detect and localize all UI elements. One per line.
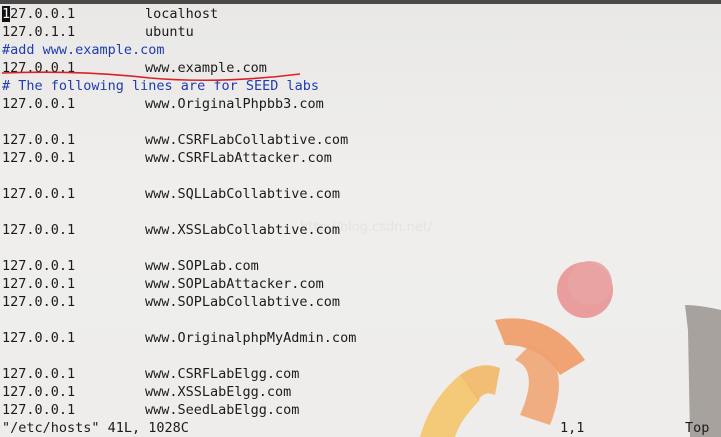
- hosts-entry-line[interactable]: 127.0.0.1 www.XSSLabCollabtive.com: [2, 221, 356, 239]
- hostname: www.SOPLabCollabtive.com: [145, 294, 341, 310]
- terminal-window[interactable]: http://blog.csdn.net/ 127.0.0.1 localhost…: [0, 0, 721, 437]
- hosts-entry-line[interactable]: 127.0.0.1 www.SeedLabElgg.com: [2, 401, 356, 419]
- ip-address: 127.0.0.1: [2, 384, 76, 400]
- ip-address: 127.0.0.1: [2, 186, 76, 202]
- ip-address: 127.0.0.1: [2, 330, 76, 346]
- ip-address: 127.0.0.1: [2, 96, 76, 112]
- blank-line[interactable]: [2, 239, 356, 257]
- hosts-entry-line[interactable]: 127.0.0.1 www.SOPLabAttacker.com: [2, 275, 356, 293]
- blank-line[interactable]: [2, 113, 356, 131]
- hosts-entry-line[interactable]: 127.0.0.1 www.XSSLabElgg.com: [2, 383, 356, 401]
- text-cursor: 1: [2, 6, 11, 22]
- comment-line[interactable]: #add www.example.com: [2, 41, 356, 59]
- ip-address: 127.0.0.1: [2, 402, 76, 418]
- hosts-entry-line[interactable]: 127.0.0.1 www.SOPLab.com: [2, 257, 356, 275]
- blank-line[interactable]: [2, 167, 356, 185]
- status-file-info: "/etc/hosts" 41L, 1028C: [2, 420, 189, 436]
- hosts-entry-line[interactable]: 127.0.0.1 www.SOPLabCollabtive.com: [2, 293, 356, 311]
- hostname: www.CSRFLabCollabtive.com: [145, 132, 349, 148]
- status-cursor-position: 1,1: [560, 420, 585, 436]
- ip-address: 127.0.0.1: [2, 5, 145, 23]
- hostname: localhost: [145, 6, 219, 22]
- blank-line[interactable]: [2, 203, 356, 221]
- ip-address: 127.0.0.1: [2, 294, 76, 310]
- hostname: www.CSRFLabElgg.com: [145, 366, 300, 382]
- hosts-entry-line[interactable]: 127.0.0.1 www.CSRFLabAttacker.com: [2, 149, 356, 167]
- ip-address: 127.0.0.1: [2, 258, 76, 274]
- ip-address: 127.0.0.1: [2, 150, 76, 166]
- ip-address: 127.0.0.1: [2, 132, 76, 148]
- window-top-border: [0, 0, 721, 4]
- ip-address: 127.0.0.1: [2, 222, 76, 238]
- comment-text: #add www.example.com: [2, 42, 165, 58]
- ip-address-rest: 27.0.0.1: [10, 6, 76, 22]
- hosts-entry-line[interactable]: 127.0.0.1 localhost: [2, 5, 356, 23]
- hostname: www.OriginalphpMyAdmin.com: [145, 330, 357, 346]
- hostname: www.SOPLabAttacker.com: [145, 276, 324, 292]
- hostname: www.SOPLab.com: [145, 258, 259, 274]
- hosts-entry-line[interactable]: 127.0.0.1 www.OriginalPhpbb3.com: [2, 95, 356, 113]
- blank-line[interactable]: [2, 347, 356, 365]
- red-underline-annotation: [1, 71, 301, 82]
- hostname: www.SeedLabElgg.com: [145, 402, 300, 418]
- vim-statusbar: "/etc/hosts" 41L, 1028C 1,1 Top: [0, 419, 721, 437]
- hostname: ubuntu: [145, 24, 194, 40]
- hostname: www.SQLLabCollabtive.com: [145, 186, 341, 202]
- hosts-entry-line[interactable]: 127.0.1.1 ubuntu: [2, 23, 356, 41]
- hostname: www.XSSLabElgg.com: [145, 384, 292, 400]
- ubuntu-logo-icon: [420, 261, 721, 437]
- hosts-entry-line[interactable]: 127.0.0.1 www.CSRFLabElgg.com: [2, 365, 356, 383]
- hosts-entry-line[interactable]: 127.0.0.1 www.SQLLabCollabtive.com: [2, 185, 356, 203]
- ip-address: 127.0.0.1: [2, 366, 76, 382]
- hostname: www.CSRFLabAttacker.com: [145, 150, 332, 166]
- ip-address: 127.0.0.1: [2, 276, 76, 292]
- blank-line[interactable]: [2, 311, 356, 329]
- hostname: www.XSSLabCollabtive.com: [145, 222, 341, 238]
- hosts-entry-line[interactable]: 127.0.0.1 www.OriginalphpMyAdmin.com: [2, 329, 356, 347]
- status-scroll-indicator: Top: [685, 420, 710, 436]
- ip-address: 127.0.1.1: [2, 24, 76, 40]
- hostname: www.OriginalPhpbb3.com: [145, 96, 324, 112]
- hosts-entry-line[interactable]: 127.0.0.1 www.CSRFLabCollabtive.com: [2, 131, 356, 149]
